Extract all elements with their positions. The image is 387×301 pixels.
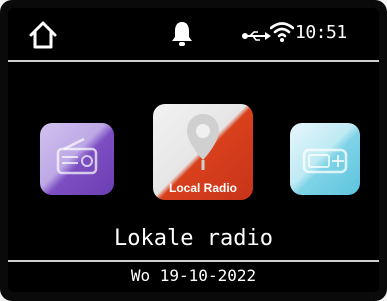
home-icon[interactable] (28, 20, 58, 50)
bell-icon[interactable] (170, 20, 194, 48)
mode-tile-local-radio[interactable]: Local Radio (153, 104, 253, 200)
status-bar: 10:51 (8, 8, 379, 60)
tile-label: Local Radio (168, 181, 237, 195)
footer-divider (8, 260, 379, 262)
display-screen: 10:51 Local Radio Lokale radio Wo 19-10-… (8, 8, 379, 292)
mode-tile-next[interactable] (290, 123, 360, 195)
dab-radio-icon (302, 148, 348, 174)
usb-icon (242, 31, 271, 41)
status-divider (8, 60, 379, 62)
date-display: Wo 19-10-2022 (130, 266, 257, 285)
radio-icon (56, 137, 98, 175)
selected-mode-label: Lokale radio (114, 226, 273, 251)
wifi-icon (270, 22, 294, 42)
clock: 10:51 (295, 22, 347, 43)
mode-tile-previous[interactable] (40, 123, 114, 195)
device-bezel: 10:51 Local Radio Lokale radio Wo 19-10-… (0, 0, 387, 301)
